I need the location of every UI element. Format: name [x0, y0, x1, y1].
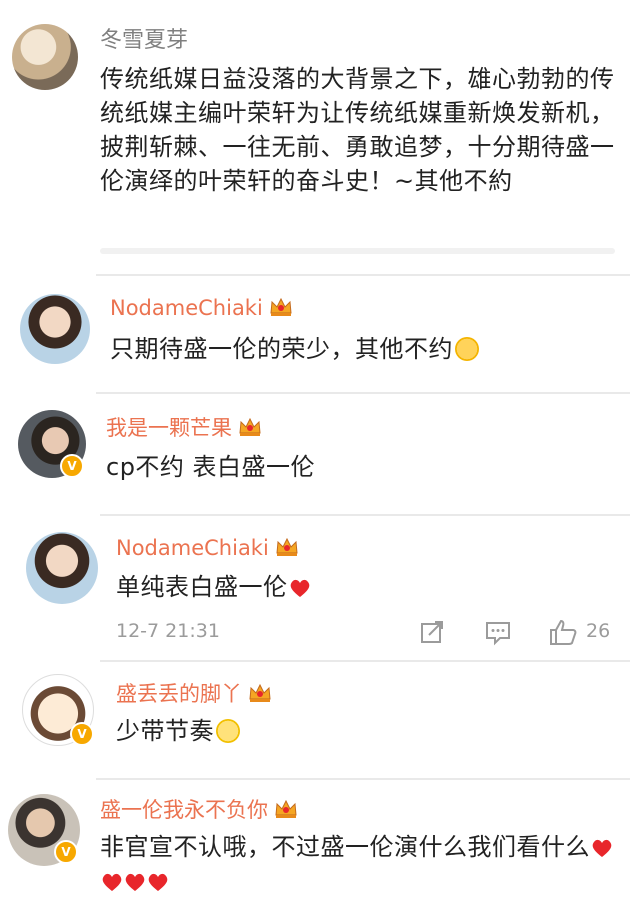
scrollbar[interactable] — [100, 248, 615, 254]
comment-username[interactable]: NodameChiaki — [110, 296, 293, 320]
comment-text-content: 单纯表白盛一伦 — [116, 573, 288, 601]
divider — [96, 274, 630, 276]
comment-icon[interactable] — [484, 618, 512, 646]
verified-v-icon: V — [60, 454, 84, 478]
heart-icon — [592, 839, 612, 857]
comment-username[interactable]: 盛一伦我永不负你 — [100, 794, 298, 824]
comment-text: 少带节奏 — [116, 714, 616, 748]
username-text[interactable]: 我是一颗芒果 — [106, 416, 232, 440]
comment-2: NodameChiaki 只期待盛一伦的荣少，其他不约 — [0, 280, 640, 390]
comment-username[interactable]: 盛丢丢的脚丫 — [116, 678, 272, 708]
comment-username[interactable]: 我是一颗芒果 — [106, 412, 262, 442]
verified-v-icon: V — [54, 840, 78, 864]
comment-text: 只期待盛一伦的荣少，其他不约 — [110, 332, 610, 366]
username-text[interactable]: 盛一伦我永不负你 — [100, 798, 268, 822]
comment-text: 非官宣不认哦，不过盛一伦演什么我们看什么 — [100, 830, 620, 898]
comment-meta-bar: 12-7 21:31 26 — [116, 618, 616, 648]
crown-member-icon — [270, 297, 292, 316]
verified-v-icon: V — [70, 722, 94, 746]
crown-member-icon — [249, 683, 271, 702]
comment-text: 传统纸媒日益没落的大背景之下，雄心勃勃的传统纸媒主编叶荣轩为让传统纸媒重新焕发新… — [100, 65, 615, 195]
username-text[interactable]: 盛丢丢的脚丫 — [116, 682, 242, 706]
divider — [96, 392, 630, 394]
blush-face-emoji — [455, 337, 479, 361]
comment-timestamp: 12-7 21:31 — [116, 620, 220, 642]
comment-text-content: 少带节奏 — [116, 717, 214, 745]
comment-5: V 盛丢丢的脚丫 少带节奏 — [0, 666, 640, 776]
divider — [96, 778, 630, 780]
username-text[interactable]: NodameChiaki — [116, 536, 269, 560]
comment-username[interactable]: NodameChiaki — [116, 536, 299, 560]
heart-icon — [125, 873, 145, 891]
like-count: 26 — [586, 620, 611, 642]
divider — [100, 514, 630, 516]
comment-text: 单纯表白盛一伦 — [116, 570, 616, 604]
comment-text: cp不约 表白盛一伦 — [106, 453, 316, 481]
username-text[interactable]: NodameChiaki — [110, 296, 263, 320]
comment-1: 冬雪夏芽 传统纸媒日益没落的大背景之下，雄心勃勃的传统纸媒主编叶荣轩为让传统纸媒… — [0, 0, 640, 270]
comment-username[interactable]: 冬雪夏芽 — [100, 22, 188, 54]
heart-icon — [148, 873, 168, 891]
comment-text-content: 只期待盛一伦的荣少，其他不约 — [110, 335, 453, 363]
share-icon[interactable] — [418, 618, 446, 646]
heart-icon — [102, 873, 122, 891]
comment-3: V 我是一颗芒果 cp不约 表白盛一伦 — [0, 400, 640, 510]
comment-text-content: 非官宣不认哦，不过盛一伦演什么我们看什么 — [100, 833, 590, 861]
avatar[interactable] — [26, 532, 98, 604]
comment-6: V 盛一伦我永不负你 非官宣不认哦，不过盛一伦演什么我们看什么 — [0, 784, 640, 907]
smile-face-emoji — [216, 719, 240, 743]
avatar[interactable] — [12, 24, 78, 90]
heart-icon — [290, 579, 309, 597]
thumbs-up-icon[interactable] — [548, 618, 578, 646]
crown-member-icon — [239, 417, 261, 436]
crown-member-icon — [275, 799, 297, 818]
crown-member-icon — [276, 537, 298, 556]
avatar[interactable] — [20, 294, 90, 364]
divider — [100, 660, 630, 662]
